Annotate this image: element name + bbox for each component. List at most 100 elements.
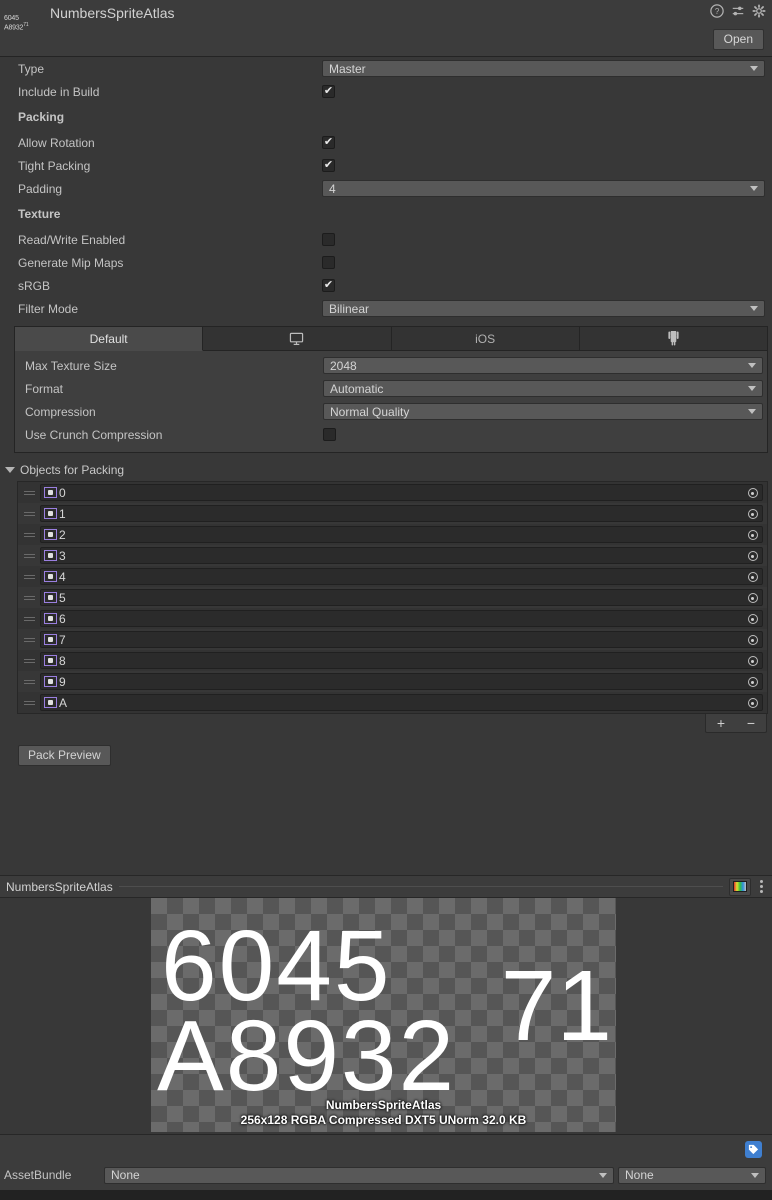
assetbundle-value: None <box>111 1168 140 1182</box>
generate-mip-maps-checkbox[interactable] <box>322 256 335 269</box>
tab-ios-label: iOS <box>475 331 496 346</box>
objects-for-packing-foldout[interactable]: Objects for Packing <box>0 459 772 481</box>
chevron-down-icon <box>750 306 758 311</box>
object-reference-field[interactable]: 0 <box>40 484 763 501</box>
object-name: A <box>59 695 68 710</box>
add-item-button[interactable]: + <box>706 714 736 732</box>
object-reference-field[interactable]: 5 <box>40 589 763 606</box>
object-picker-icon[interactable] <box>745 570 760 584</box>
drag-handle-icon[interactable] <box>18 531 40 539</box>
drag-handle-icon[interactable] <box>18 510 40 518</box>
object-picker-icon[interactable] <box>745 612 760 626</box>
rgb-channel-icon <box>733 881 747 892</box>
rgb-channel-button[interactable] <box>729 877 751 896</box>
object-reference-field[interactable]: 2 <box>40 526 763 543</box>
drag-handle-icon[interactable] <box>18 678 40 686</box>
preset-icon[interactable] <box>731 4 745 18</box>
object-picker-icon[interactable] <box>745 654 760 668</box>
list-item[interactable]: 5 <box>18 587 767 608</box>
object-picker-icon[interactable] <box>745 591 760 605</box>
max-texture-size-dropdown[interactable]: 2048 <box>323 357 763 374</box>
thumbnail-line-1: 6045 <box>4 14 19 22</box>
object-reference-field[interactable]: 3 <box>40 547 763 564</box>
compression-dropdown[interactable]: Normal Quality <box>323 403 763 420</box>
object-picker-icon[interactable] <box>745 507 760 521</box>
object-reference-field[interactable]: A <box>40 694 763 711</box>
atlas-glyphs-row-2: A8932 <box>157 1000 457 1112</box>
object-name: 2 <box>59 527 66 542</box>
assetbundle-dropdown[interactable]: None <box>104 1166 614 1184</box>
list-item[interactable]: 3 <box>18 545 767 566</box>
label-compression: Compression <box>25 404 96 419</box>
label-filter-mode: Filter Mode <box>18 301 79 316</box>
row-read-write: Read/Write Enabled <box>0 228 772 251</box>
read-write-checkbox[interactable] <box>322 233 335 246</box>
gear-icon[interactable] <box>752 4 766 18</box>
object-reference-field[interactable]: 9 <box>40 673 763 690</box>
type-value: Master <box>329 61 366 76</box>
list-item[interactable]: 6 <box>18 608 767 629</box>
object-picker-icon[interactable] <box>745 675 760 689</box>
label-generate-mip-maps: Generate Mip Maps <box>18 255 124 270</box>
object-picker-icon[interactable] <box>745 633 760 647</box>
chevron-down-icon <box>750 186 758 191</box>
help-icon[interactable]: ? <box>710 4 724 18</box>
list-item[interactable]: 9 <box>18 671 767 692</box>
row-padding: Padding 4 <box>0 177 772 200</box>
drag-handle-icon[interactable] <box>18 573 40 581</box>
drag-handle-icon[interactable] <box>18 657 40 665</box>
list-item[interactable]: 2 <box>18 524 767 545</box>
preview-menu-icon[interactable] <box>754 878 768 896</box>
drag-handle-icon[interactable] <box>18 594 40 602</box>
object-name: 3 <box>59 548 66 563</box>
object-picker-icon[interactable] <box>745 528 760 542</box>
list-item[interactable]: 7 <box>18 629 767 650</box>
objects-for-packing-list: 0 1 2 3 4 5 6 7 8 9 A <box>17 481 768 714</box>
srgb-checkbox[interactable] <box>322 279 335 292</box>
use-crunch-compression-checkbox[interactable] <box>323 428 336 441</box>
sprite-icon <box>44 592 57 603</box>
pack-preview-button[interactable]: Pack Preview <box>18 745 111 766</box>
drag-handle-icon[interactable] <box>18 699 40 707</box>
remove-item-button[interactable]: − <box>736 714 766 732</box>
open-button[interactable]: Open <box>712 29 764 50</box>
filter-mode-dropdown[interactable]: Bilinear <box>322 300 765 317</box>
list-item[interactable]: 1 <box>18 503 767 524</box>
tight-packing-checkbox[interactable] <box>322 159 335 172</box>
include-in-build-checkbox[interactable] <box>322 85 335 98</box>
atlas-preview-image[interactable]: 6045 A8932 71 NumbersSpriteAtlas 256x128… <box>151 898 616 1132</box>
list-item[interactable]: 0 <box>18 482 767 503</box>
object-reference-field[interactable]: 7 <box>40 631 763 648</box>
drag-handle-icon[interactable] <box>18 636 40 644</box>
tab-default[interactable]: Default <box>15 327 204 351</box>
atlas-glyphs-tail: 71 <box>500 950 612 1062</box>
label-allow-rotation: Allow Rotation <box>18 135 95 150</box>
label-max-texture-size: Max Texture Size <box>25 358 117 373</box>
object-picker-icon[interactable] <box>745 696 760 710</box>
tab-standalone[interactable] <box>203 327 392 351</box>
tab-ios[interactable]: iOS <box>391 327 580 351</box>
object-reference-field[interactable]: 8 <box>40 652 763 669</box>
list-item[interactable]: 4 <box>18 566 767 587</box>
format-dropdown[interactable]: Automatic <box>323 380 763 397</box>
drag-handle-icon[interactable] <box>18 552 40 560</box>
platform-tab-bar: Default iOS <box>15 327 767 351</box>
object-name: 6 <box>59 611 66 626</box>
padding-dropdown[interactable]: 4 <box>322 180 765 197</box>
object-picker-icon[interactable] <box>745 486 760 500</box>
list-item[interactable]: 8 <box>18 650 767 671</box>
drag-handle-icon[interactable] <box>18 615 40 623</box>
assetbundle-variant-dropdown[interactable]: None <box>618 1166 766 1184</box>
type-dropdown[interactable]: Master <box>322 60 765 77</box>
drag-handle-icon[interactable] <box>18 489 40 497</box>
thumbnail-line-2: A893271 <box>4 21 29 32</box>
object-reference-field[interactable]: 1 <box>40 505 763 522</box>
object-reference-field[interactable]: 4 <box>40 568 763 585</box>
object-picker-icon[interactable] <box>745 549 760 563</box>
tab-android[interactable] <box>579 327 767 351</box>
label-tag-icon[interactable] <box>745 1141 762 1158</box>
list-item[interactable]: A <box>18 692 767 713</box>
chevron-down-icon <box>750 66 758 71</box>
allow-rotation-checkbox[interactable] <box>322 136 335 149</box>
object-reference-field[interactable]: 6 <box>40 610 763 627</box>
